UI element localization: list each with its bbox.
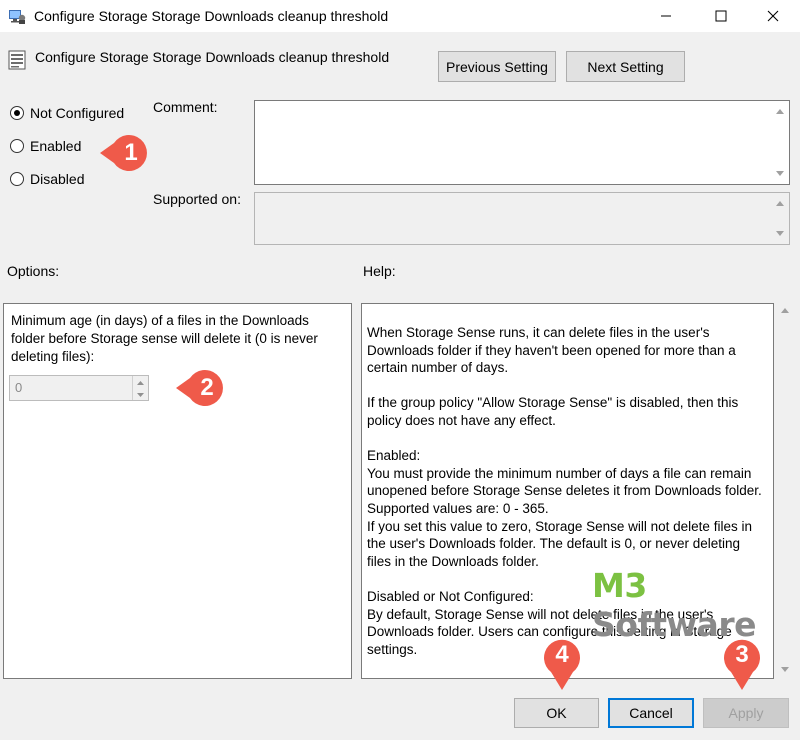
help-paragraph: Enabled: You must provide the minimum nu… — [367, 448, 762, 569]
callout-4: 4 — [542, 636, 582, 692]
scroll-down-icon[interactable] — [781, 667, 789, 672]
min-age-value[interactable]: 0 — [15, 380, 22, 395]
watermark-m3: M3 — [592, 566, 647, 605]
comment-input[interactable] — [254, 100, 790, 185]
supported-on-label: Supported on: — [153, 191, 241, 207]
maximize-button[interactable] — [698, 0, 744, 32]
scroll-up-icon[interactable] — [781, 308, 789, 313]
min-age-spinner[interactable]: 0 — [9, 375, 149, 401]
spin-up-icon[interactable] — [133, 376, 148, 388]
callout-number: 1 — [124, 139, 138, 166]
apply-button: Apply — [703, 698, 789, 728]
window-title: Configure Storage Storage Downloads clea… — [34, 8, 389, 24]
ok-button[interactable]: OK — [514, 698, 599, 728]
comment-scrollbar[interactable] — [772, 101, 789, 184]
radio-indicator[interactable] — [10, 172, 24, 186]
options-description: Minimum age (in days) of a files in the … — [11, 313, 318, 364]
callout-3: 3 — [722, 636, 762, 692]
callout-1: 1 — [98, 133, 152, 173]
spinner-buttons[interactable] — [132, 376, 148, 400]
scroll-up-icon[interactable] — [776, 201, 784, 206]
cancel-button[interactable]: Cancel — [608, 698, 694, 728]
policy-title: Configure Storage Storage Downloads clea… — [35, 49, 390, 65]
close-icon — [767, 10, 779, 22]
radio-label: Disabled — [30, 171, 85, 187]
callout-number: 3 — [735, 641, 749, 668]
next-setting-button[interactable]: Next Setting — [566, 51, 685, 82]
help-paragraph: If the group policy "Allow Storage Sense… — [367, 395, 739, 428]
callout-number: 4 — [555, 641, 569, 668]
radio-not-configured[interactable]: Not Configured — [10, 105, 124, 121]
radio-indicator[interactable] — [10, 106, 24, 120]
group-policy-icon — [8, 7, 26, 25]
supported-scrollbar[interactable] — [772, 193, 789, 244]
minimize-icon — [660, 10, 672, 22]
radio-indicator[interactable] — [10, 139, 24, 153]
m3-software-watermark: M3 Software — [592, 566, 800, 644]
options-label: Options: — [7, 263, 60, 279]
minimize-button[interactable] — [643, 0, 689, 32]
callout-number: 2 — [200, 374, 214, 401]
maximize-icon — [715, 10, 727, 22]
callout-2: 2 — [174, 368, 228, 408]
policy-setting-icon — [8, 50, 26, 70]
help-paragraph: When Storage Sense runs, it can delete f… — [367, 325, 736, 376]
help-label: Help: — [363, 263, 396, 279]
comment-label: Comment: — [153, 99, 218, 115]
spin-down-icon[interactable] — [133, 388, 148, 400]
radio-label: Not Configured — [30, 105, 125, 121]
title-bar: Configure Storage Storage Downloads clea… — [0, 0, 800, 32]
options-pane: Minimum age (in days) of a files in the … — [3, 303, 352, 679]
radio-enabled[interactable]: Enabled — [10, 138, 81, 154]
radio-label: Enabled — [30, 138, 82, 154]
supported-on-field — [254, 192, 790, 245]
previous-setting-button[interactable]: Previous Setting — [438, 51, 556, 82]
scroll-down-icon[interactable] — [776, 231, 784, 236]
close-button[interactable] — [750, 0, 796, 32]
scroll-up-icon[interactable] — [776, 109, 784, 114]
scroll-down-icon[interactable] — [776, 171, 784, 176]
radio-disabled[interactable]: Disabled — [10, 171, 84, 187]
